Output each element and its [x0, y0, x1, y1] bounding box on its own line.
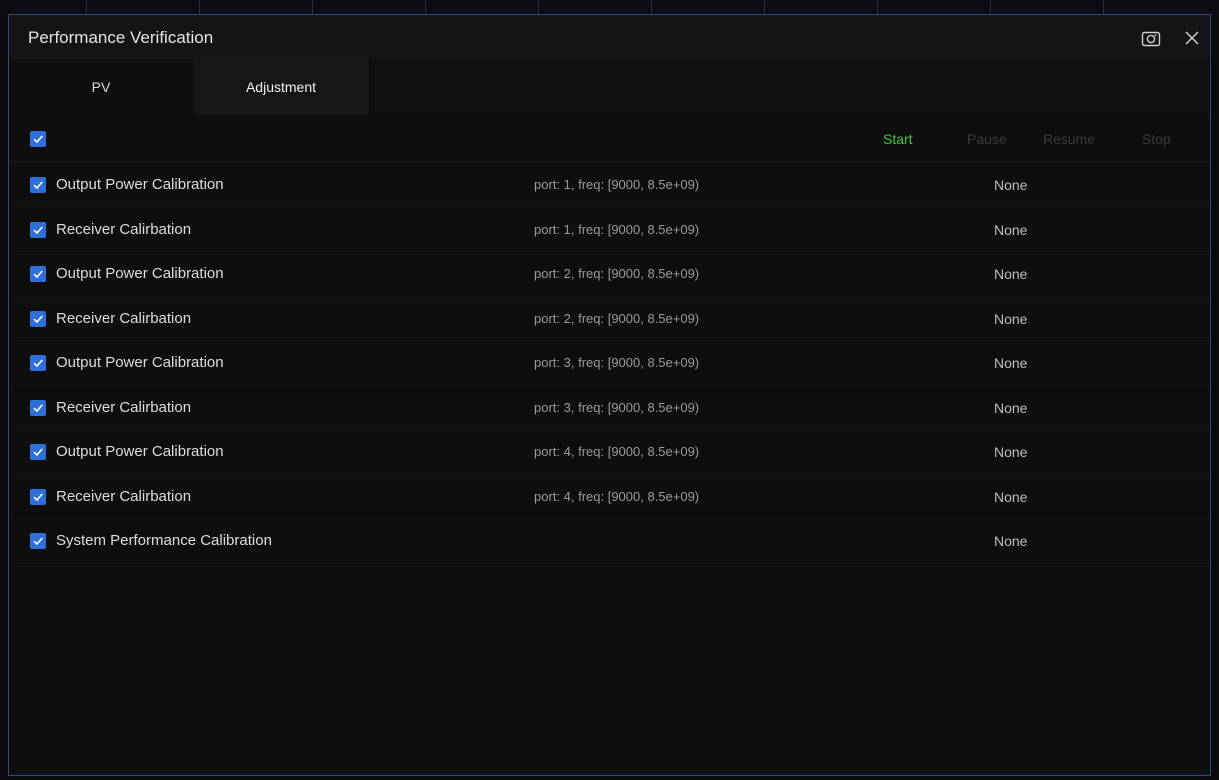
tab-bar: PV Adjustment: [9, 59, 1210, 115]
table-row: Receiver Calirbation port: 4, freq: [900…: [9, 475, 1210, 519]
calibration-name: Receiver Calirbation: [56, 487, 192, 505]
row-checkbox[interactable]: [30, 266, 46, 282]
calibration-name: System Performance Calibration: [56, 532, 272, 549]
row-checkbox[interactable]: [30, 177, 46, 193]
calibration-result: None: [994, 444, 1028, 460]
calibration-list: Output Power Calibration port: 1, freq: …: [9, 163, 1210, 564]
calibration-params: port: 1, freq: [9000, 8.5e+09): [534, 221, 700, 237]
checkmark-icon: [33, 403, 43, 412]
calibration-result: None: [994, 221, 1028, 238]
checkmark-icon: [33, 448, 43, 457]
stop-button[interactable]: Stop: [1142, 131, 1171, 147]
calibration-name: Receiver Calirbation: [56, 398, 192, 416]
screenshot-button[interactable]: [1140, 27, 1162, 49]
row-checkbox[interactable]: [30, 355, 46, 371]
calibration-result: None: [994, 310, 1028, 327]
select-all-checkbox[interactable]: [30, 131, 46, 147]
table-row: System Performance Calibration None: [9, 519, 1210, 564]
table-row: Output Power Calibration port: 2, freq: …: [9, 252, 1210, 297]
tab-pv-label: PV: [91, 79, 111, 95]
camera-icon: [1141, 31, 1161, 47]
performance-verification-dialog: Performance Verification PV Adjustment S…: [8, 14, 1211, 776]
pause-button[interactable]: Pause: [967, 131, 1007, 147]
close-icon: [1185, 31, 1199, 45]
calibration-params: port: 2, freq: [9000, 8.5e+09): [534, 310, 700, 326]
calibration-params: port: 1, freq: [9000, 8.5e+09): [534, 177, 700, 192]
calibration-name: Output Power Calibration: [56, 443, 224, 460]
row-checkbox[interactable]: [30, 533, 46, 549]
calibration-params: port: 4, freq: [9000, 8.5e+09): [534, 444, 700, 459]
calibration-result: None: [994, 355, 1028, 371]
table-row: Receiver Calirbation port: 2, freq: [900…: [9, 297, 1210, 341]
dialog-titlebar: Performance Verification: [9, 15, 1210, 59]
checkmark-icon: [33, 181, 43, 190]
calibration-result: None: [994, 533, 1028, 549]
calibration-name: Output Power Calibration: [56, 265, 224, 282]
checkmark-icon: [33, 492, 43, 501]
checkmark-icon: [33, 359, 43, 368]
table-row: Output Power Calibration port: 3, freq: …: [9, 341, 1210, 386]
calibration-result: None: [994, 488, 1028, 505]
start-button[interactable]: Start: [883, 131, 913, 147]
calibration-name: Receiver Calirbation: [56, 309, 192, 327]
checkmark-icon: [33, 537, 43, 546]
action-toolbar: Start Pause Resume Stop: [9, 117, 1210, 162]
row-checkbox[interactable]: [30, 310, 46, 327]
calibration-name: Output Power Calibration: [56, 176, 224, 193]
tab-adjustment[interactable]: Adjustment: [193, 59, 369, 115]
tab-pv[interactable]: PV: [9, 59, 193, 115]
table-row: Output Power Calibration port: 4, freq: …: [9, 430, 1210, 475]
calibration-params: port: 2, freq: [9000, 8.5e+09): [534, 266, 700, 281]
table-row: Receiver Calirbation port: 1, freq: [900…: [9, 208, 1210, 252]
calibration-params: port: 4, freq: [9000, 8.5e+09): [534, 488, 700, 504]
resume-button[interactable]: Resume: [1043, 131, 1095, 147]
checkmark-icon: [33, 225, 43, 234]
calibration-params: port: 3, freq: [9000, 8.5e+09): [534, 399, 700, 415]
checkmark-icon: [33, 135, 43, 144]
dialog-title: Performance Verification: [28, 28, 214, 47]
row-checkbox[interactable]: [30, 488, 46, 505]
calibration-result: None: [994, 399, 1028, 416]
table-row: Receiver Calirbation port: 3, freq: [900…: [9, 386, 1210, 430]
tab-adjustment-label: Adjustment: [245, 79, 317, 95]
close-button[interactable]: [1181, 27, 1203, 49]
checkmark-icon: [33, 270, 43, 279]
calibration-params: port: 3, freq: [9000, 8.5e+09): [534, 355, 700, 370]
row-checkbox[interactable]: [30, 444, 46, 460]
row-checkbox[interactable]: [30, 221, 46, 238]
calibration-name: Output Power Calibration: [56, 354, 224, 371]
calibration-result: None: [994, 266, 1028, 282]
checkmark-icon: [33, 314, 43, 323]
table-row: Output Power Calibration port: 1, freq: …: [9, 163, 1210, 208]
row-checkbox[interactable]: [30, 399, 46, 416]
calibration-result: None: [994, 177, 1028, 193]
calibration-name: Receiver Calirbation: [56, 220, 192, 238]
